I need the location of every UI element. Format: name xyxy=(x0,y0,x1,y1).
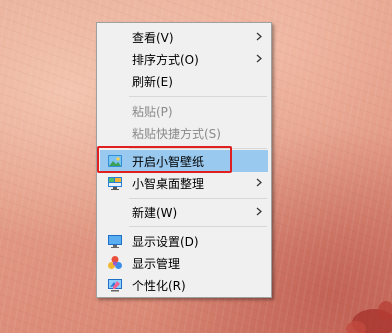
menu-item-label: 新建(W) xyxy=(132,205,178,220)
menu-item-view[interactable]: 查看(V) xyxy=(100,26,268,48)
menu-item-label: 开启小智壁纸 xyxy=(132,154,205,169)
menu-item-refresh[interactable]: 刷新(E) xyxy=(100,70,268,92)
personalize-icon xyxy=(108,279,122,292)
menu-separator xyxy=(129,96,267,97)
menu-item-display-settings[interactable]: 显示设置(D) xyxy=(100,230,268,252)
menu-separator xyxy=(129,198,267,199)
wallpaper-flower-decoration xyxy=(346,301,392,333)
menu-item-new[interactable]: 新建(W) xyxy=(100,201,268,223)
chevron-right-icon xyxy=(256,178,262,187)
menu-item-label: 查看(V) xyxy=(132,30,174,45)
menu-item-display-manager[interactable]: 显示管理 xyxy=(100,252,268,274)
wallpaper-icon xyxy=(108,155,122,167)
menu-item-label: 刷新(E) xyxy=(132,74,173,89)
chevron-right-icon xyxy=(256,32,262,41)
menu-item-sort-by[interactable]: 排序方式(O) xyxy=(100,48,268,70)
menu-item-xiaozhi-desktop-organizer[interactable]: 小智桌面整理 xyxy=(100,172,268,194)
display-settings-icon xyxy=(108,235,122,248)
menu-item-label: 显示管理 xyxy=(132,256,181,271)
menu-item-label: 粘贴(P) xyxy=(132,104,173,119)
menu-item-label: 个性化(R) xyxy=(132,278,186,293)
chevron-right-icon xyxy=(256,207,262,216)
desktop-context-menu: 查看(V) 排序方式(O) 刷新(E) 粘贴(P) 粘贴快捷方式(S) 开启小智… xyxy=(96,22,272,298)
menu-item-label: 小智桌面整理 xyxy=(132,176,205,191)
display-manager-icon xyxy=(108,256,122,269)
menu-item-label: 显示设置(D) xyxy=(132,234,199,249)
menu-item-open-xiaozhi-wallpaper[interactable]: 开启小智壁纸 xyxy=(100,150,268,172)
menu-item-paste: 粘贴(P) xyxy=(100,100,268,122)
menu-item-label: 排序方式(O) xyxy=(132,52,199,67)
chevron-right-icon xyxy=(256,54,262,63)
menu-item-personalize[interactable]: 个性化(R) xyxy=(100,274,268,296)
menu-separator xyxy=(129,148,267,149)
desktop-organizer-icon xyxy=(108,177,122,190)
menu-item-label: 粘贴快捷方式(S) xyxy=(132,126,221,141)
menu-separator xyxy=(129,226,267,227)
menu-item-paste-shortcut: 粘贴快捷方式(S) xyxy=(100,122,268,144)
